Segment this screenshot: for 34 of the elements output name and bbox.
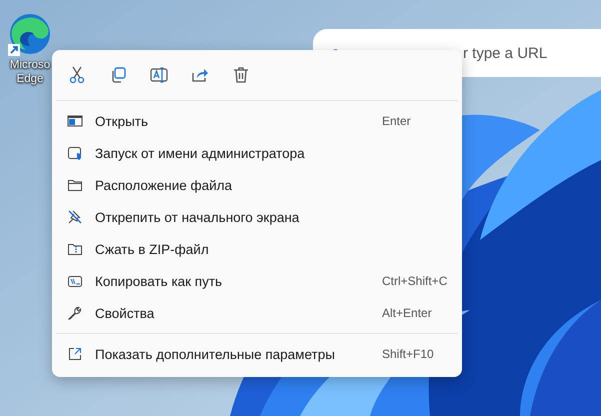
item-label: Показать дополнительные параметры (95, 346, 336, 362)
item-label: Открыть (95, 114, 150, 128)
path-icon (67, 273, 83, 289)
expand-icon (67, 346, 83, 362)
search-field[interactable]: r type a URL (463, 44, 601, 62)
menu-item[interactable]: Запуск от имени администратора (52, 137, 462, 169)
item-label: Расположение файла (95, 178, 234, 192)
trash-icon[interactable] (231, 65, 251, 85)
item-label: Сжать в ZIP-файл (95, 242, 210, 256)
item-label: Свойства (95, 306, 156, 320)
icon-label: Edge (16, 72, 44, 86)
shortcut-text: Shift+F10 (382, 347, 435, 361)
menu-item[interactable]: Копировать как путь Ctrl+Shift+C (52, 265, 462, 297)
item-label: Открепить от начального экрана (95, 210, 300, 224)
zip-folder-icon (67, 241, 83, 257)
unpin-icon (67, 209, 83, 225)
icon-label: Microso (10, 58, 50, 72)
shortcut-text: Alt+Enter (382, 306, 433, 320)
shortcut-text: Enter (382, 114, 412, 128)
window-icon (67, 113, 83, 129)
shield-icon (67, 145, 83, 161)
menu-item[interactable]: Открепить от начального экрана (52, 201, 462, 233)
rename-icon[interactable] (149, 65, 169, 85)
item-label: Запуск от имени администратора (95, 146, 306, 160)
menu-item[interactable]: Свойства Alt+Enter (52, 297, 462, 329)
scissors-icon[interactable] (67, 65, 87, 85)
item-label: Копировать как путь (95, 274, 224, 288)
menu-item[interactable]: Сжать в ZIP-файл (52, 233, 462, 265)
menu-item[interactable]: Показать дополнительные параметры Shift+F10 (52, 338, 462, 370)
menu-item[interactable]: Расположение файла (52, 169, 462, 201)
menu-item[interactable]: Открыть Enter (52, 105, 462, 137)
wrench-icon (67, 305, 83, 321)
shortcut-text: Ctrl+Shift+C (382, 274, 448, 288)
folder-icon (67, 177, 83, 193)
